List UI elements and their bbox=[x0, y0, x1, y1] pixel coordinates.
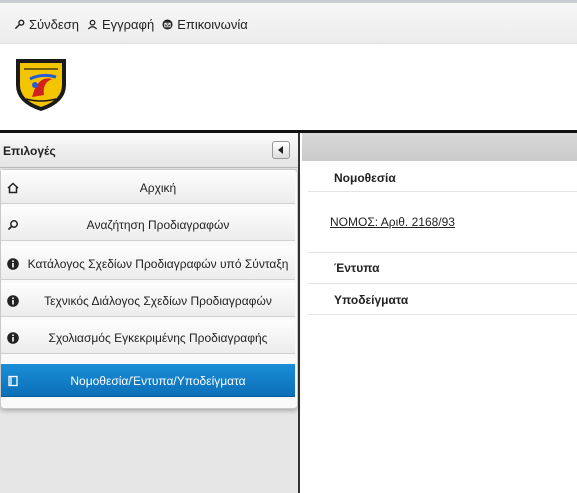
contact-label: Επικοινωνία bbox=[177, 17, 248, 32]
collapse-sidebar-button[interactable] bbox=[272, 141, 290, 159]
sidebar-item-comments[interactable]: Σχολιασμός Εγκεκριμένης Προδιαγραφής bbox=[1, 320, 295, 354]
section-title: Υποδείγματα bbox=[334, 293, 409, 307]
top-links: Σύνδεση Εγγραφή Επικοινωνία bbox=[14, 17, 248, 32]
section-templates: Υποδείγματα bbox=[308, 284, 577, 315]
key-icon bbox=[14, 19, 25, 30]
info-icon bbox=[7, 332, 19, 344]
sidebar-item-label: Κατάλογος Σχεδίων Προδιαγραφών υπό Σύντα… bbox=[27, 257, 289, 271]
sidebar-item-label: Αναζήτηση Προδιαγραφών bbox=[86, 218, 230, 232]
sidebar-item-legislation[interactable]: Νομοθεσία/Έντυπα/Υποδείγματα bbox=[1, 363, 295, 397]
content-header bbox=[302, 133, 577, 161]
contact-icon bbox=[162, 19, 173, 30]
contact-link[interactable]: Επικοινωνία bbox=[162, 17, 248, 32]
sidebar-item-label: Σχολιασμός Εγκεκριμένης Προδιαγραφής bbox=[48, 331, 268, 345]
info-icon bbox=[7, 295, 19, 307]
user-icon bbox=[87, 19, 98, 30]
sidebar-item-search[interactable]: Αναζήτηση Προδιαγραφών bbox=[1, 207, 295, 241]
info-icon bbox=[7, 258, 19, 270]
login-link[interactable]: Σύνδεση bbox=[14, 17, 79, 32]
sidebar-title: Επιλογές bbox=[3, 144, 56, 158]
main-content: Νομοθεσία ΝΟΜΟΣ: Αριθ. 2168/93 Έντυπα Υπ… bbox=[302, 133, 577, 493]
sidebar-item-label: Νομοθεσία/Έντυπα/Υποδείγματα bbox=[70, 374, 246, 388]
logo[interactable] bbox=[12, 55, 70, 113]
register-label: Εγγραφή bbox=[101, 17, 155, 32]
header bbox=[0, 44, 577, 131]
sidebar-item-label: Τεχνικός Διάλογος Σχεδίων Προδιαγραφών bbox=[44, 294, 272, 308]
section-title: Νομοθεσία bbox=[334, 171, 396, 185]
sidebar-item-technical-dialogue[interactable]: Τεχνικός Διάλογος Σχεδίων Προδιαγραφών bbox=[1, 283, 295, 317]
sidebar-header: Επιλογές bbox=[0, 133, 298, 168]
sidebar-item-label: Αρχική bbox=[139, 181, 177, 195]
sidebar-item-catalog[interactable]: Κατάλογος Σχεδίων Προδιαγραφών υπό Σύντα… bbox=[1, 246, 295, 280]
law-link[interactable]: ΝΟΜΟΣ: Αριθ. 2168/93 bbox=[330, 215, 455, 229]
sidebar-menu: Αρχική Αναζήτηση Προδιαγραφών Κατάλογος … bbox=[0, 169, 298, 409]
book-icon bbox=[8, 375, 18, 387]
top-bar: Σύνδεση Εγγραφή Επικοινωνία bbox=[0, 0, 577, 44]
section-forms: Έντυπα bbox=[308, 253, 577, 284]
section-title: Έντυπα bbox=[334, 261, 380, 275]
sidebar-item-home[interactable]: Αρχική bbox=[1, 170, 295, 204]
section-legislation: Νομοθεσία bbox=[308, 161, 577, 192]
search-icon bbox=[7, 220, 18, 231]
login-label: Σύνδεση bbox=[29, 17, 79, 32]
register-link[interactable]: Εγγραφή bbox=[87, 17, 154, 32]
home-icon bbox=[7, 182, 19, 194]
sidebar: Επιλογές Αρχική Αναζήτηση Προδιαγραφών Κ… bbox=[0, 133, 300, 493]
